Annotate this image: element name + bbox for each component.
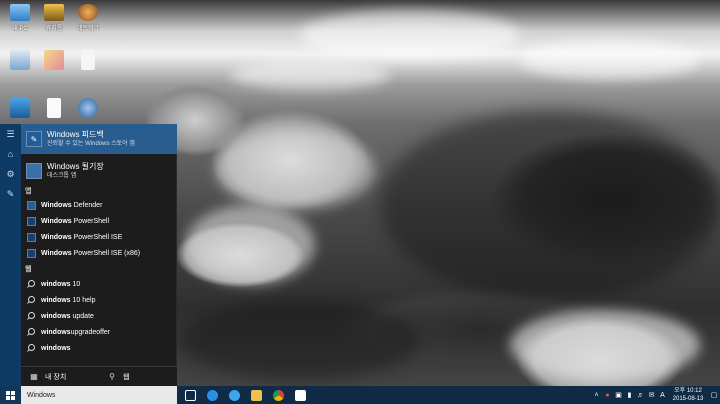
- start-button[interactable]: [0, 386, 21, 404]
- desktop-icon-file-2[interactable]: [40, 98, 68, 126]
- file-icon: [47, 98, 61, 118]
- best-match-result[interactable]: ✎ Windows 피드백 신뢰할 수 있는 Windows 스토어 앱: [21, 124, 177, 154]
- store-icon: [10, 98, 30, 118]
- web-section-header: 웹: [25, 266, 32, 273]
- taskbar-file-explorer[interactable]: [245, 386, 267, 404]
- app-result-item[interactable]: Windows PowerShell: [21, 213, 177, 229]
- message-icon[interactable]: ✉: [646, 386, 657, 404]
- system-tray: ˄ ● ▣ ▮ ♬ ✉ A 오후 10:12 2015-08-13 ▢: [591, 386, 720, 404]
- result-title: Windows 피드백: [47, 129, 104, 139]
- gear-icon: ⚙: [6, 168, 15, 179]
- taskbar-chrome[interactable]: [267, 386, 289, 404]
- taskbar-search-box[interactable]: Windows: [21, 386, 177, 404]
- powershell-icon: [27, 216, 36, 226]
- feedback-button[interactable]: ✎: [0, 184, 21, 204]
- windows-logo-icon: [6, 390, 15, 400]
- file-icon: [81, 50, 95, 70]
- globe-icon: [78, 98, 98, 118]
- web-result-item[interactable]: windows: [21, 340, 177, 356]
- edge-icon: [206, 389, 218, 401]
- result-title: Windows 될기장: [47, 161, 104, 171]
- folder-icon: [250, 389, 262, 401]
- search-scope-bar: ▦ 내 장치 ⚲ 웹: [21, 366, 177, 386]
- web-result-item[interactable]: windowsupgradeoffer: [21, 324, 177, 340]
- battery-icon[interactable]: ▮: [624, 386, 635, 404]
- search-icon: ⚲: [109, 372, 115, 381]
- powershell-icon: [27, 248, 36, 258]
- network-icon: [78, 4, 98, 21]
- task-view-button[interactable]: [179, 386, 201, 404]
- volume-icon[interactable]: ♬: [635, 386, 646, 404]
- taskbar-clock[interactable]: 오후 10:12 2015-08-13: [668, 387, 708, 403]
- show-hidden-icons-button[interactable]: ˄: [591, 386, 602, 404]
- desktop-icon-store[interactable]: [6, 98, 34, 126]
- search-icon: [27, 343, 36, 353]
- search-icon: [27, 327, 36, 337]
- web-result-item[interactable]: windows 10: [21, 276, 177, 292]
- desktop-icon-app[interactable]: [74, 98, 102, 126]
- result-subtitle: 데스크톱 앱: [47, 172, 77, 179]
- hamburger-icon: ☰: [6, 128, 15, 139]
- desktop-icon-image[interactable]: [40, 50, 68, 78]
- document-icon: [10, 50, 30, 70]
- taskbar-ie[interactable]: [223, 386, 245, 404]
- start-menu-rail: ☰ ⌂ ⚙ ✎: [0, 124, 21, 386]
- app-result-item[interactable]: Windows PowerShell ISE: [21, 229, 177, 245]
- security-icon[interactable]: ●: [602, 386, 613, 404]
- desktop-icon-documents[interactable]: [6, 50, 34, 78]
- settings-button[interactable]: ⚙: [0, 164, 21, 184]
- hamburger-menu-button[interactable]: ☰: [0, 124, 21, 144]
- web-scope-button[interactable]: ⚲ 웹: [99, 367, 177, 387]
- defender-icon: [27, 200, 36, 210]
- chrome-icon: [272, 389, 284, 401]
- my-stuff-scope-button[interactable]: ▦ 내 장치: [21, 367, 99, 387]
- recycle-bin-icon: [44, 4, 64, 21]
- ime-indicator[interactable]: A: [657, 386, 668, 404]
- taskbar: Windows ˄ ● ▣ ▮ ♬ ✉ A 오후 10:12 2015-08-1…: [0, 386, 720, 404]
- desktop-icon-file[interactable]: [74, 50, 102, 78]
- desktop-icon-network[interactable]: 네트워크: [74, 4, 102, 32]
- search-icon: [27, 295, 36, 305]
- network-tray-icon[interactable]: ▣: [613, 386, 624, 404]
- powershell-icon: [27, 232, 36, 242]
- search-icon: [27, 311, 36, 321]
- windows-icon: ▦: [30, 372, 38, 381]
- second-match-result[interactable]: Windows 될기장 데스크톱 앱: [21, 156, 177, 186]
- result-subtitle: 신뢰할 수 있는 Windows 스토어 앱: [47, 140, 135, 147]
- notepad-app-icon: [26, 163, 42, 179]
- web-result-item[interactable]: windows update: [21, 308, 177, 324]
- search-icon: [27, 279, 36, 289]
- image-icon: [44, 50, 64, 70]
- home-button[interactable]: ⌂: [0, 144, 21, 164]
- action-center-button[interactable]: ▢: [708, 386, 720, 404]
- desktop-icon-recycle-bin[interactable]: 휴지통: [40, 4, 68, 32]
- feedback-app-icon: ✎: [26, 131, 42, 147]
- internet-explorer-icon: [228, 389, 240, 401]
- task-view-icon: [184, 389, 196, 401]
- home-icon: ⌂: [7, 149, 14, 159]
- app-result-item[interactable]: Windows Defender: [21, 197, 177, 213]
- search-results-panel: ✎ Windows 피드백 신뢰할 수 있는 Windows 스토어 앱 Win…: [21, 124, 177, 386]
- taskbar-store[interactable]: [289, 386, 311, 404]
- store-icon: [294, 389, 306, 401]
- notification-icon: ▢: [710, 392, 718, 399]
- apps-section-header: 앱: [25, 188, 32, 195]
- app-result-item[interactable]: Windows PowerShell ISE (x86): [21, 245, 177, 261]
- desktop-icon-this-pc[interactable]: 내 PC: [6, 4, 34, 32]
- web-result-item[interactable]: windows 10 help: [21, 292, 177, 308]
- search-query-text: Windows: [27, 391, 56, 399]
- taskbar-edge[interactable]: [201, 386, 223, 404]
- computer-icon: [10, 4, 30, 21]
- feedback-icon: ✎: [6, 188, 15, 199]
